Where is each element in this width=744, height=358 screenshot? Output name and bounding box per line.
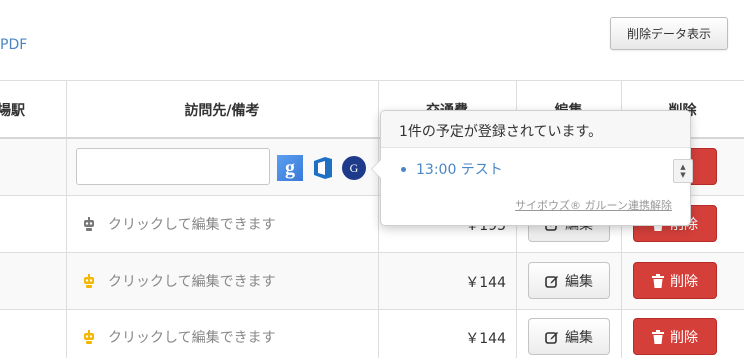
schedule-list[interactable]: 13:00 テスト ▲ ▼ xyxy=(401,159,693,183)
popover-arrow-inner xyxy=(372,160,381,178)
garoon-icon-glyph: G xyxy=(349,160,359,175)
table-line xyxy=(0,80,744,81)
garoon-unlink-link[interactable]: サイボウズ® ガルーン連携解除 xyxy=(515,197,672,213)
show-deleted-button[interactable]: 削除データ表示 xyxy=(610,17,728,50)
schedule-popover: 1件の予定が登録されています。 13:00 テスト ▲ ▼ サイボウズ® ガルー… xyxy=(371,110,693,226)
schedule-item-label: 13:00 テスト xyxy=(416,162,503,178)
scroll-up-icon[interactable]: ▲ xyxy=(680,163,685,171)
visit-placeholder[interactable]: クリックして編集できます xyxy=(108,327,276,347)
delete-button[interactable]: 削除 xyxy=(633,318,717,355)
robot-icon xyxy=(84,217,94,231)
header-station: 場駅 xyxy=(0,103,25,119)
edit-icon xyxy=(545,275,558,288)
visit-placeholder[interactable]: クリックして編集できます xyxy=(108,271,276,291)
show-deleted-label: 削除データ表示 xyxy=(626,27,711,41)
edit-label: 編集 xyxy=(565,273,593,290)
trash-icon xyxy=(652,273,664,288)
garoon-icon[interactable]: G xyxy=(342,156,366,180)
edit-label: 編集 xyxy=(565,329,593,346)
bullet-icon xyxy=(401,166,406,172)
column-divider xyxy=(378,80,379,358)
visit-input[interactable] xyxy=(76,148,270,185)
office-icon-svg xyxy=(314,157,332,179)
google-icon[interactable]: g xyxy=(277,155,303,181)
edit-button[interactable]: 編集 xyxy=(528,262,610,299)
list-scroll-control[interactable]: ▲ ▼ xyxy=(673,159,693,183)
fare-value: ￥144 xyxy=(465,275,506,291)
table-line xyxy=(0,252,744,253)
pdf-link[interactable]: PDF xyxy=(0,37,27,53)
fare-value: ￥144 xyxy=(465,331,506,347)
schedule-item[interactable]: 13:00 テスト xyxy=(401,159,503,179)
scroll-down-icon[interactable]: ▼ xyxy=(680,171,685,179)
header-visit: 訪問先/備考 xyxy=(184,103,260,119)
robot-icon xyxy=(84,330,94,344)
trash-icon xyxy=(652,329,664,344)
column-divider xyxy=(66,80,67,358)
robot-icon xyxy=(84,274,94,288)
google-icon-glyph: g xyxy=(285,156,295,179)
edit-button[interactable]: 編集 xyxy=(528,318,610,355)
table-line xyxy=(0,309,744,310)
visit-placeholder[interactable]: クリックして編集できます xyxy=(108,214,276,234)
office-icon[interactable] xyxy=(310,155,336,181)
popover-title: 1件の予定が登録されています。 xyxy=(381,111,690,148)
delete-label: 削除 xyxy=(670,273,698,290)
edit-icon xyxy=(545,331,558,344)
delete-button[interactable]: 削除 xyxy=(633,262,717,299)
delete-label: 削除 xyxy=(670,329,698,346)
